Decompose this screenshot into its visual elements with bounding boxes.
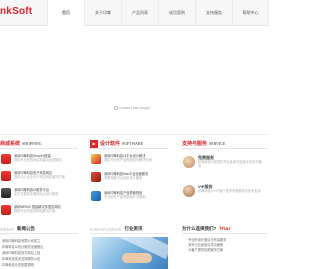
shop-thumb-icon [1, 171, 11, 181]
free-service-desc: 印尊科技为您提供专业免费在线技术支持与服务 [198, 160, 262, 169]
why-title: 为什么选择我们? [182, 226, 217, 231]
main-nav: 首页 关于印尊 产品列表 成功案例 支持服务 帮助中心 [47, 0, 269, 26]
nav-home[interactable]: 首页 [47, 0, 84, 26]
design-badge-icon: ▶ [90, 139, 98, 148]
nav-help[interactable]: 帮助中心 [232, 0, 269, 26]
news-label-en: NEWS [0, 226, 14, 232]
news-list: 深圳印尊科技有限公司成立 印尊科技UI设计服务全面推出 深圳印尊科技官方网站上线… [2, 238, 78, 268]
plugin-icon [114, 106, 118, 110]
design-item[interactable]: 深圳印尊科技Mac平台全面服务 苹果电脑平台应用设计服务 [91, 172, 148, 182]
nav-about[interactable]: 关于印尊 [84, 0, 121, 26]
shop-item-desc: 提供专业在线商店构建与运营服务 [14, 158, 62, 163]
design-item-desc: 专业软件产品界面设计与规划 [104, 195, 146, 200]
nav-products[interactable]: 产品列表 [121, 0, 158, 26]
design-item[interactable]: 深圳印尊科技UI平台设计解决 提供专业的产品界面设计解决方案 [91, 154, 152, 164]
design-thumb-icon [91, 154, 101, 164]
design-title: 设计软件 [100, 141, 121, 147]
flash-banner: Couldn't load plugin. [0, 26, 268, 135]
hand-graphic [122, 253, 152, 263]
news-label: 新闻公告 [16, 226, 35, 231]
shop-title-en: SHOPPING [22, 141, 42, 146]
vip-service-avatar [183, 185, 195, 197]
vip-service-desc: 印尊科技为VIP客户提供专属服务与技术支持 [198, 189, 261, 194]
design-title-en: SOFTWARE [122, 141, 144, 146]
free-service-avatar [183, 156, 195, 168]
shop-section: 商城系统 SHOPPING 深圳印尊科技ShopEx搭建 提供专业在线商店构建与运… [0, 139, 78, 225]
shop-item[interactable]: 深圳WEBIO 搭建解决多语言网站 提供专业多语言网站解决方案 [1, 205, 61, 215]
design-header: ▶ 设计软件 SOFTWARE [90, 139, 168, 149]
support-title: 支持与服务 [182, 141, 208, 147]
why-item: 为客户提供优质解决方案 [186, 248, 266, 253]
shop-thumb-icon [1, 154, 11, 164]
shop-item-desc: 提供专业多语言网站解决方案 [14, 209, 56, 214]
support-section: 支持与服务 SERVICE 免费服务 印尊科技为您提供专业免费在线技术支持与服务 … [182, 139, 268, 225]
design-item-desc: 苹果电脑平台应用设计服务 [104, 176, 143, 181]
news-item[interactable]: 印尊科技业务拓展说明 [2, 262, 78, 268]
design-item-desc: 提供专业的产品界面设计解决方案 [104, 158, 152, 163]
support-title-en: SERVICE [209, 141, 226, 146]
why-brand: Winr [219, 226, 231, 232]
nav-cases[interactable]: 成功案例 [158, 0, 195, 26]
knowledge-label: 行业资讯 [124, 226, 143, 231]
site-header: nkSoft 首页 关于印尊 产品列表 成功案例 支持服务 帮助中心 [0, 0, 269, 26]
shop-title: 商城系统 [0, 141, 21, 147]
shop-item-desc: 提供中小企业电子商务网店解决方案 [14, 175, 65, 180]
knowledge-banner-image[interactable] [92, 237, 168, 269]
design-section: ▶ 设计软件 SOFTWARE 深圳印尊科技UI平台设计解决 提供专业的产品界面设… [90, 139, 168, 225]
plugin-error-message: Couldn't load plugin. [114, 106, 151, 110]
site-logo[interactable]: nkSoft [0, 6, 32, 17]
free-service[interactable]: 免费服务 印尊科技为您提供专业免费在线技术支持与服务 [183, 155, 262, 169]
plugin-error-text: Couldn't load plugin. [119, 106, 151, 110]
knowledge-header: KNOWLEDGE 行业资讯 [90, 225, 168, 234]
shop-item-desc: 全方位提供多媒体站点设计服务 [14, 192, 59, 197]
vip-service[interactable]: VIP服务 印尊科技为VIP客户提供专属服务与技术支持 [183, 184, 262, 197]
shop-item[interactable]: 深圳印尊科技ShopEx搭建 提供专业在线商店构建与运营服务 [1, 154, 62, 164]
design-item[interactable]: 深圳印尊科技产品界面规划 专业软件产品界面设计与规划 [91, 191, 145, 201]
shop-thumb-icon [1, 188, 11, 198]
shop-item[interactable]: 深圳印尊科技UI服务平台 全方位提供多媒体站点设计服务 [1, 188, 59, 198]
shop-item[interactable]: 深圳印尊科技电子商务网店 提供中小企业电子商务网店解决方案 [1, 171, 65, 181]
nav-support[interactable]: 支持服务 [195, 0, 232, 26]
why-header: 为什么选择我们? Winr [182, 225, 268, 234]
news-header: NEWS 新闻公告 [0, 225, 78, 234]
design-thumb-icon [91, 172, 101, 182]
why-list: 专业的设计团队与完善服务 多年行业经验与成功案例 为客户提供优质解决方案 [186, 238, 266, 253]
knowledge-label-en: KNOWLEDGE [90, 226, 122, 232]
divider [0, 134, 268, 135]
design-thumb-icon [91, 191, 101, 201]
support-header: 支持与服务 SERVICE [182, 139, 268, 149]
shop-thumb-icon [1, 205, 11, 215]
shop-header: 商城系统 SHOPPING [0, 139, 78, 149]
